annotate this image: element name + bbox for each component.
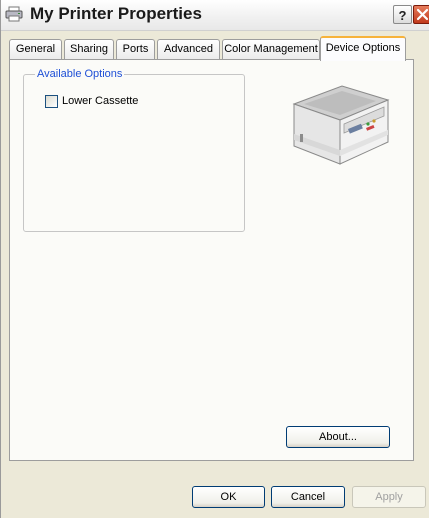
about-button[interactable]: About... [286, 426, 390, 448]
lower-cassette-checkbox[interactable] [45, 95, 58, 108]
ok-button[interactable]: OK [192, 486, 265, 508]
tab-general[interactable]: General [9, 39, 62, 59]
printer-icon [5, 6, 23, 22]
tab-sharing[interactable]: Sharing [64, 39, 114, 59]
tab-color-management[interactable]: Color Management [222, 39, 320, 59]
help-button[interactable]: ? [393, 5, 412, 24]
lower-cassette-label[interactable]: Lower Cassette [62, 95, 138, 107]
close-icon [416, 8, 429, 21]
printer-properties-window: My Printer Properties ? General Sharing … [0, 0, 429, 518]
tab-advanced[interactable]: Advanced [157, 39, 220, 59]
title-bar[interactable]: My Printer Properties ? [1, 0, 429, 31]
tab-device-options[interactable]: Device Options [320, 36, 406, 61]
available-options-label: Available Options [35, 68, 125, 80]
window-title: My Printer Properties [30, 4, 202, 23]
apply-button[interactable]: Apply [352, 486, 426, 508]
close-button[interactable] [413, 5, 429, 24]
help-icon: ? [398, 8, 407, 23]
cancel-button[interactable]: Cancel [271, 486, 345, 508]
tab-ports[interactable]: Ports [116, 39, 155, 59]
printer-image [284, 74, 396, 168]
